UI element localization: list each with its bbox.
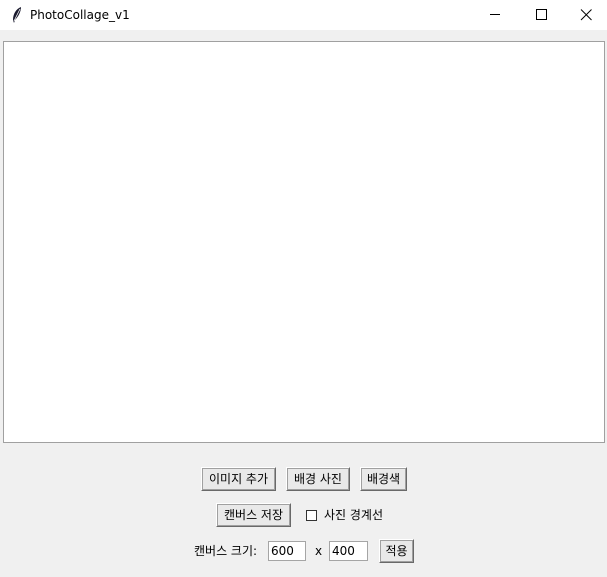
apply-size-button[interactable]: 적용: [379, 539, 414, 563]
close-icon: [580, 9, 592, 21]
photo-border-checkbox[interactable]: [306, 510, 317, 521]
background-color-button[interactable]: 배경색: [360, 467, 407, 491]
window-title: PhotoCollage_v1: [30, 8, 130, 22]
canvas-width-input[interactable]: 600: [268, 541, 306, 561]
maximize-button[interactable]: [518, 0, 564, 30]
save-canvas-button[interactable]: 캔버스 저장: [216, 503, 291, 527]
app-window: PhotoCollage_v1 이미지 추가 배경 사진 배경색 캔버스 저장 …: [0, 0, 607, 577]
add-image-button[interactable]: 이미지 추가: [201, 467, 276, 491]
collage-canvas[interactable]: [3, 41, 605, 443]
canvas-height-input[interactable]: 400: [329, 541, 368, 561]
background-photo-button[interactable]: 배경 사진: [286, 467, 350, 491]
maximize-icon: [536, 9, 547, 20]
canvas-size-label: 캔버스 크기:: [194, 544, 258, 558]
size-separator: x: [315, 544, 323, 558]
photo-border-label: 사진 경계선: [324, 508, 384, 522]
close-button[interactable]: [563, 0, 607, 30]
minimize-icon: [490, 14, 500, 15]
minimize-button[interactable]: [472, 0, 518, 30]
title-bar[interactable]: PhotoCollage_v1: [0, 0, 607, 30]
feather-icon: [11, 6, 23, 24]
